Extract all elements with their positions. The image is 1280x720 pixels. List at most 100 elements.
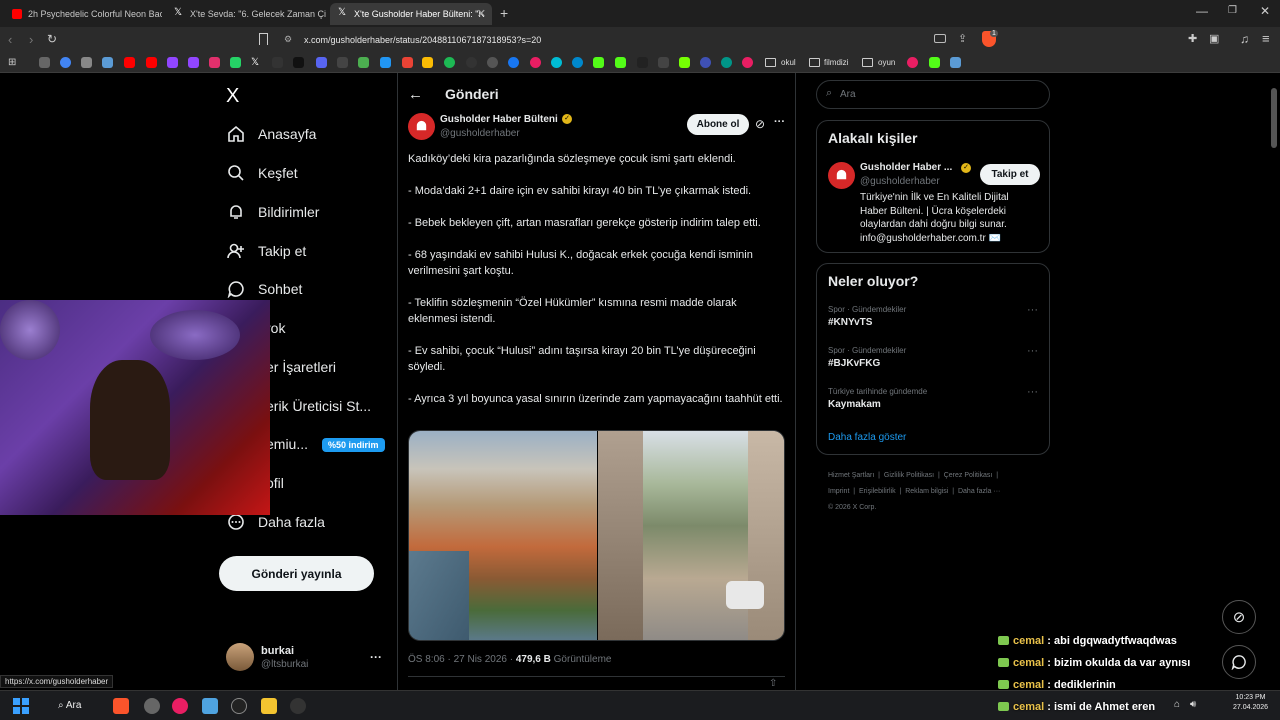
follow-button[interactable]: Takip et <box>980 164 1040 185</box>
trend-item[interactable]: Türkiye tarihinde gündemde Kaymakam <box>828 387 927 410</box>
url-text[interactable]: x.com/gusholderhaber/status/204881106718… <box>304 35 541 45</box>
twitch-icon[interactable] <box>188 57 199 68</box>
app-icon[interactable] <box>290 698 306 714</box>
avatar[interactable] <box>226 643 254 671</box>
gmail-icon[interactable] <box>402 57 413 68</box>
sidebar-item-notifications[interactable]: Bildirimler <box>226 199 319 225</box>
google-icon[interactable] <box>60 57 71 68</box>
share-icon[interactable]: ⇧ <box>769 678 777 689</box>
trend-more-button[interactable]: ··· <box>1027 304 1038 316</box>
bookmark-icon[interactable] <box>551 57 562 68</box>
whatsapp-icon[interactable] <box>230 57 241 68</box>
app-icon[interactable] <box>144 698 160 714</box>
kick-icon[interactable] <box>593 57 604 68</box>
sidebar-item-chat[interactable]: Sohbet <box>226 276 302 302</box>
app-icon[interactable] <box>231 698 247 714</box>
back-arrow-icon[interactable]: ← <box>408 86 423 103</box>
drive-icon[interactable] <box>422 57 433 68</box>
brave-icon[interactable] <box>113 698 129 714</box>
author-avatar[interactable] <box>408 113 435 140</box>
youtube-icon[interactable] <box>124 57 135 68</box>
footer-link[interactable]: Gizlilik Politikası <box>884 472 934 479</box>
browser-tab[interactable]: 2h Psychedelic Colorful Neon Backgr <box>4 3 162 25</box>
grok-icon[interactable]: ⊘ <box>755 117 765 131</box>
new-tab-button[interactable]: + <box>500 5 508 21</box>
bookmark-folder-filmdizi[interactable]: filmdizi <box>824 58 848 67</box>
sidebar-item-bookmarks[interactable]: er İşaretleri <box>266 354 336 380</box>
trend-item[interactable]: Spor · Gündemdekiler #KNYvTS <box>828 305 906 328</box>
bookmark-icon[interactable] <box>742 57 753 68</box>
author-handle[interactable]: @gusholderhaber <box>440 128 520 139</box>
discord-icon[interactable] <box>316 57 327 68</box>
maximize-icon[interactable]: ❐ <box>1228 5 1237 16</box>
bookmark-icon[interactable] <box>658 57 669 68</box>
minimize-icon[interactable]: — <box>1196 4 1208 18</box>
grok-float-button[interactable]: ⊘ <box>1222 600 1256 634</box>
related-name[interactable]: Gusholder Haber ... <box>860 162 952 173</box>
bookmark-icon[interactable] <box>102 57 113 68</box>
menu-icon[interactable]: ≡ <box>1262 31 1270 46</box>
bookmark-folder-oyun[interactable]: oyun <box>878 58 895 67</box>
bookmark-folder-okul[interactable]: okul <box>781 58 796 67</box>
bookmark-icon[interactable] <box>380 57 391 68</box>
kick-icon[interactable] <box>929 57 940 68</box>
windows-start-icon[interactable] <box>13 698 29 714</box>
cast-icon[interactable] <box>934 34 946 43</box>
media-player-icon[interactable] <box>172 698 188 714</box>
bookmark-icon[interactable] <box>487 57 498 68</box>
instagram-icon[interactable] <box>209 57 220 68</box>
footer-link[interactable]: Imprint <box>828 488 849 495</box>
clock[interactable]: 10:23 PM 27.04.2026 <box>1233 694 1268 711</box>
x-logo[interactable]: X <box>226 85 239 108</box>
threads-icon[interactable] <box>272 57 283 68</box>
photos-icon[interactable] <box>202 698 218 714</box>
bookmark-icon[interactable] <box>466 57 477 68</box>
bookmark-icon[interactable] <box>530 57 541 68</box>
show-more-link[interactable]: Daha fazla göster <box>828 432 906 443</box>
telegram-icon[interactable] <box>572 57 583 68</box>
bookmark-icon[interactable] <box>81 57 92 68</box>
share-icon[interactable]: ⇪ <box>958 32 967 45</box>
sidebar-item-follow[interactable]: Takip et <box>226 238 306 264</box>
sidebar-item-premium[interactable]: emiu... <box>266 431 308 457</box>
window-close-icon[interactable]: ✕ <box>1260 4 1270 18</box>
trend-more-button[interactable]: ··· <box>1027 386 1038 398</box>
footer-link[interactable]: Hizmet Şartları <box>828 472 874 479</box>
volume-icon[interactable]: 🔊︎ <box>1190 699 1196 710</box>
network-icon[interactable]: ⌂ <box>1174 699 1180 710</box>
history-icon[interactable] <box>39 57 50 68</box>
kick-icon[interactable] <box>615 57 626 68</box>
twitch-icon[interactable] <box>167 57 178 68</box>
bookmark-icon[interactable] <box>508 57 519 68</box>
bookmark-icon[interactable] <box>700 57 711 68</box>
post-more-button[interactable]: ··· <box>774 116 785 128</box>
footer-link[interactable]: Erişilebilirlik <box>859 488 896 495</box>
tiktok-icon[interactable] <box>293 57 304 68</box>
bookmark-page-icon[interactable] <box>259 33 268 45</box>
search-input[interactable]: ⌕ Ara <box>816 80 1050 109</box>
bookmark-icon[interactable] <box>637 57 648 68</box>
post-button[interactable]: Gönderi yayınla <box>219 556 374 591</box>
subscribe-button[interactable]: Abone ol <box>687 114 749 135</box>
taskbar-search[interactable]: ⌕ Ara <box>58 700 81 711</box>
media-icon[interactable]: ♫ <box>1240 32 1249 46</box>
apps-grid-icon[interactable]: ⊞ <box>8 57 16 68</box>
bookmark-icon[interactable] <box>337 57 348 68</box>
site-info-icon[interactable]: ⚙ <box>284 34 292 45</box>
extensions-icon[interactable]: ✚ <box>1188 32 1197 45</box>
footer-link[interactable]: Daha fazla ··· <box>958 488 1000 495</box>
close-tab-icon[interactable]: ✕ <box>477 7 486 20</box>
x-logo-icon[interactable]: 𝕏 <box>251 57 262 68</box>
sidebar-toggle-icon[interactable]: ▣ <box>1209 32 1219 45</box>
reload-icon[interactable]: ↻ <box>47 32 57 46</box>
trend-item[interactable]: Spor · Gündemdekiler #BJKvFKG <box>828 346 906 369</box>
youtube-icon[interactable] <box>146 57 157 68</box>
scrollbar-thumb[interactable] <box>1271 88 1277 148</box>
sidebar-item-explore[interactable]: Keşfet <box>226 160 298 186</box>
bookmark-icon[interactable] <box>950 57 961 68</box>
forward-icon[interactable]: › <box>29 32 33 47</box>
related-avatar[interactable] <box>828 162 855 189</box>
messages-float-button[interactable] <box>1222 645 1256 679</box>
street-photo-image[interactable] <box>598 431 784 640</box>
back-icon[interactable]: ‹ <box>8 32 12 47</box>
